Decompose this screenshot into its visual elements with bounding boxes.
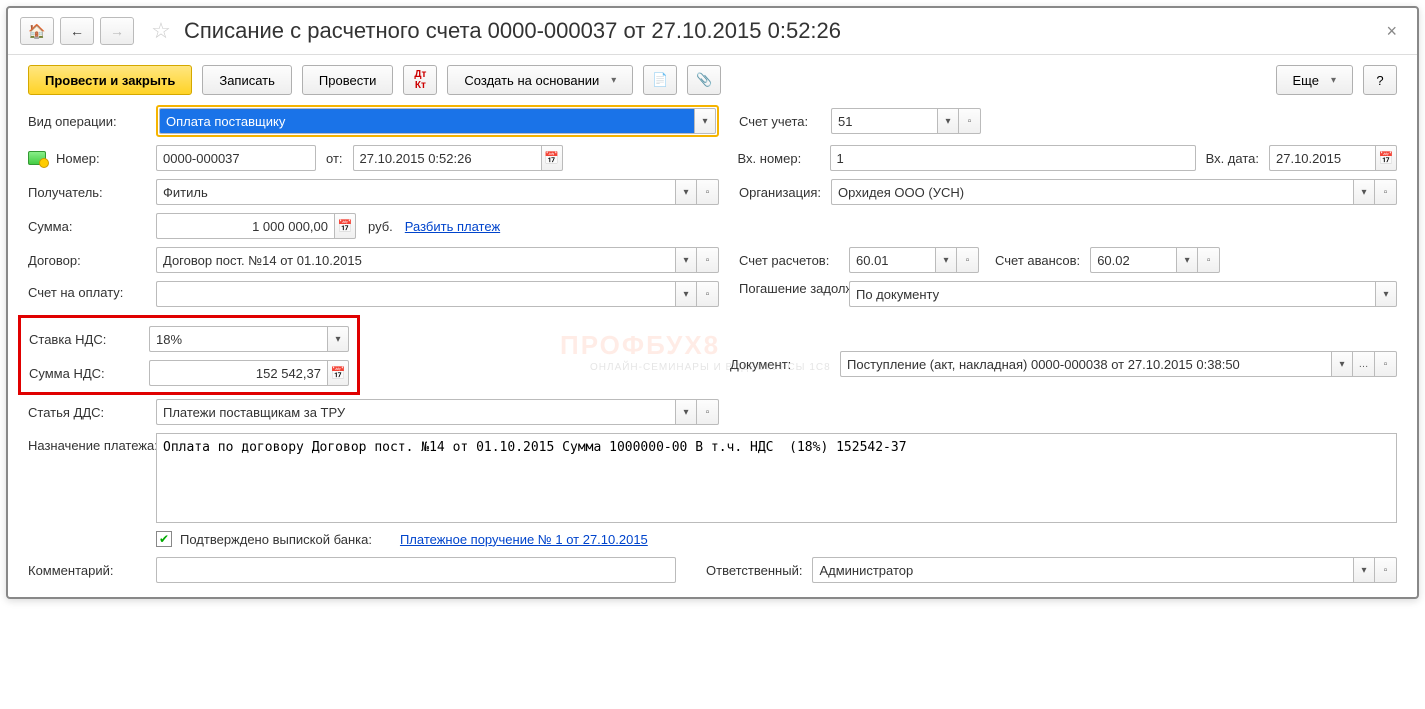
vat-sum-calc[interactable]: 📅 — [327, 360, 349, 386]
responsible-dropdown[interactable]: ▾ — [1353, 557, 1375, 583]
dkt-button[interactable]: ДтКт — [403, 65, 437, 95]
vat-sum-input[interactable]: 152 542,37 — [149, 360, 327, 386]
comment-input[interactable] — [156, 557, 676, 583]
debit-credit-icon: ДтКт — [414, 69, 426, 91]
in-date-calendar[interactable]: 📅 — [1375, 145, 1397, 171]
debt-repay-input[interactable]: По документу — [849, 281, 1375, 307]
in-date-label: Вх. дата: — [1196, 151, 1269, 166]
organization-open[interactable]: ▫ — [1375, 179, 1397, 205]
contract-input[interactable]: Договор пост. №14 от 01.10.2015 — [156, 247, 675, 273]
document-dropdown[interactable]: ▾ — [1331, 351, 1353, 377]
forward-button[interactable]: → — [100, 17, 134, 45]
responsible-open[interactable]: ▫ — [1375, 557, 1397, 583]
document-more[interactable]: … — [1353, 351, 1375, 377]
dds-dropdown[interactable]: ▾ — [675, 399, 697, 425]
number-label: Номер: — [56, 151, 156, 166]
advance-acc-open[interactable]: ▫ — [1198, 247, 1220, 273]
organization-input[interactable]: Орхидея ООО (УСН) — [831, 179, 1353, 205]
titlebar: 🏠 ← → ☆ Списание с расчетного счета 0000… — [8, 8, 1417, 55]
recipient-open[interactable]: ▫ — [697, 179, 719, 205]
debt-repay-label: Погашение задолженности: — [739, 281, 849, 298]
form: Вид операции: Оплата поставщику ▾ Счет у… — [8, 105, 1417, 597]
recipient-input[interactable]: Фитиль — [156, 179, 675, 205]
responsible-label: Ответственный: — [676, 563, 812, 578]
document-label: Документ: — [730, 357, 840, 372]
more-button[interactable]: Еще — [1276, 65, 1353, 95]
amount-calc[interactable]: 📅 — [334, 213, 356, 239]
back-button[interactable]: ← — [60, 17, 94, 45]
account-dropdown[interactable]: ▾ — [937, 108, 959, 134]
dds-label: Статья ДДС: — [28, 405, 156, 420]
post-and-close-button[interactable]: Провести и закрыть — [28, 65, 192, 95]
purpose-label: Назначение платежа: — [28, 433, 156, 455]
close-button[interactable]: × — [1378, 21, 1405, 42]
contract-open[interactable]: ▫ — [697, 247, 719, 273]
post-button[interactable]: Провести — [302, 65, 394, 95]
invoice-input[interactable] — [156, 281, 675, 307]
operation-type-label: Вид операции: — [28, 114, 156, 129]
vat-rate-label: Ставка НДС: — [29, 332, 149, 347]
organization-dropdown[interactable]: ▾ — [1353, 179, 1375, 205]
amount-input[interactable]: 1 000 000,00 — [156, 213, 334, 239]
amount-label: Сумма: — [28, 219, 156, 234]
attach-button[interactable]: 📎 — [687, 65, 721, 95]
account-input[interactable]: 51 — [831, 108, 937, 134]
vat-sum-label: Сумма НДС: — [29, 366, 149, 381]
responsible-input[interactable]: Администратор — [812, 557, 1353, 583]
contract-dropdown[interactable]: ▾ — [675, 247, 697, 273]
vat-highlight-box: Ставка НДС: 18% ▾ Сумма НДС: 152 542,37 … — [18, 315, 360, 395]
recipient-label: Получатель: — [28, 185, 156, 200]
from-label: от: — [316, 151, 353, 166]
save-button[interactable]: Записать — [202, 65, 292, 95]
account-open[interactable]: ▫ — [959, 108, 981, 134]
purpose-textarea[interactable] — [156, 433, 1397, 523]
organization-label: Организация: — [739, 185, 831, 200]
help-button[interactable]: ? — [1363, 65, 1397, 95]
settlement-acc-input[interactable]: 60.01 — [849, 247, 935, 273]
account-label: Счет учета: — [739, 114, 831, 129]
vat-rate-input[interactable]: 18% — [149, 326, 327, 352]
dds-open[interactable]: ▫ — [697, 399, 719, 425]
document-open[interactable]: ▫ — [1375, 351, 1397, 377]
in-number-input[interactable]: 1 — [830, 145, 1196, 171]
currency-label: руб. — [356, 219, 405, 234]
settlement-acc-open[interactable]: ▫ — [957, 247, 979, 273]
in-date-input[interactable]: 27.10.2015 — [1269, 145, 1375, 171]
document-window: 🏠 ← → ☆ Списание с расчетного счета 0000… — [6, 6, 1419, 599]
report-icon-button[interactable]: 📄 — [643, 65, 677, 95]
split-payment-link[interactable]: Разбить платеж — [405, 219, 500, 234]
in-number-label: Вх. номер: — [738, 151, 830, 166]
operation-type-dropdown[interactable]: ▾ — [694, 108, 716, 134]
debt-repay-dropdown[interactable]: ▾ — [1375, 281, 1397, 307]
dds-input[interactable]: Платежи поставщикам за ТРУ — [156, 399, 675, 425]
toolbar: Провести и закрыть Записать Провести ДтК… — [8, 55, 1417, 105]
advance-acc-input[interactable]: 60.02 — [1090, 247, 1176, 273]
home-button[interactable]: 🏠 — [20, 17, 54, 45]
settlement-acc-dropdown[interactable]: ▾ — [935, 247, 957, 273]
vat-rate-dropdown[interactable]: ▾ — [327, 326, 349, 352]
create-based-button[interactable]: Создать на основании — [447, 65, 633, 95]
invoice-open[interactable]: ▫ — [697, 281, 719, 307]
settlement-acc-label: Счет расчетов: — [739, 253, 849, 268]
advance-acc-dropdown[interactable]: ▾ — [1176, 247, 1198, 273]
posted-status-icon — [28, 151, 46, 165]
recipient-dropdown[interactable]: ▾ — [675, 179, 697, 205]
date-calendar[interactable]: 📅 — [541, 145, 563, 171]
invoice-label: Счет на оплату: — [28, 281, 156, 300]
window-title: Списание с расчетного счета 0000-000037 … — [184, 18, 1378, 44]
document-input[interactable]: Поступление (акт, накладная) 0000-000038… — [840, 351, 1331, 377]
comment-label: Комментарий: — [28, 563, 156, 578]
number-input[interactable]: 0000-000037 — [156, 145, 316, 171]
advance-acc-label: Счет авансов: — [979, 253, 1090, 268]
date-input[interactable]: 27.10.2015 0:52:26 — [353, 145, 541, 171]
favorite-star-icon[interactable]: ☆ — [146, 16, 176, 46]
confirmed-label: Подтверждено выпиской банка: — [180, 532, 380, 547]
operation-type-input[interactable]: Оплата поставщику — [159, 108, 694, 134]
contract-label: Договор: — [28, 253, 156, 268]
payment-order-link[interactable]: Платежное поручение № 1 от 27.10.2015 — [400, 532, 648, 547]
confirmed-checkbox[interactable]: ✔ — [156, 531, 172, 547]
invoice-dropdown[interactable]: ▾ — [675, 281, 697, 307]
